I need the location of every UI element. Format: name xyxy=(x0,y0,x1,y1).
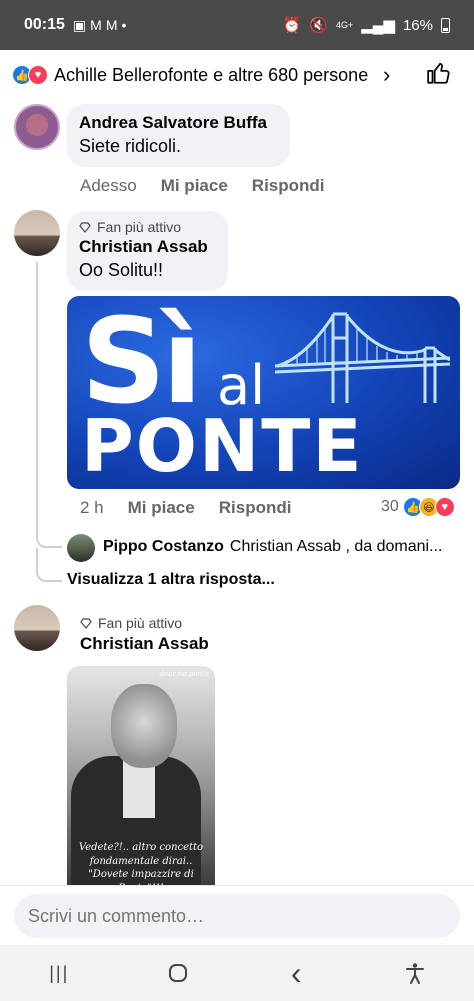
image-watermark: dear ho ponte xyxy=(159,670,209,678)
reply-author[interactable]: Pippo Costanzo xyxy=(103,538,224,556)
accessibility-icon[interactable] xyxy=(385,951,445,995)
home-icon[interactable] xyxy=(148,951,208,995)
view-more-replies[interactable]: Visualizza 1 altra risposta... xyxy=(67,571,275,589)
comment-actions: Adesso Mi piace Rispondi xyxy=(80,176,325,196)
reactions-summary[interactable]: 👍 ♥ Achille Bellerofonte e altre 680 per… xyxy=(0,50,474,100)
image-text-ponte: PONTE xyxy=(81,404,364,488)
bridge-icon xyxy=(275,312,450,403)
chevron-right-icon[interactable]: › xyxy=(383,62,390,88)
avatar-pippo[interactable] xyxy=(67,534,95,562)
comment-header-christian[interactable]: Fan più attivo Christian Assab xyxy=(80,615,209,654)
image-caption: Vedete?!.. altro concetto fondamentale d… xyxy=(78,842,204,886)
thread-connector xyxy=(36,548,62,582)
gallery-icon: ▣ xyxy=(72,16,87,33)
like-link[interactable]: Mi piace xyxy=(161,176,228,196)
avatar-andrea[interactable] xyxy=(14,104,60,150)
clock: 00:15 xyxy=(24,16,65,33)
comment-text: Siete ridicoli. xyxy=(79,136,182,156)
gmail-icon: M xyxy=(90,17,102,33)
comment-bubble-christian[interactable]: Fan più attivo Christian Assab Oo Solitu… xyxy=(67,211,228,291)
system-nav-bar: ||| ‹ xyxy=(0,945,474,1001)
reply-preview[interactable]: Pippo Costanzo Christian Assab , da doma… xyxy=(103,538,442,556)
avatar-christian[interactable] xyxy=(14,605,60,651)
comment-reactions[interactable]: 30 👍 😆 ♥ xyxy=(381,497,455,517)
love-reaction-icon: ♥ xyxy=(434,497,455,517)
thread-line xyxy=(36,262,38,532)
mute-icon: 🔇 xyxy=(309,17,328,34)
comment-author[interactable]: Christian Assab xyxy=(80,634,209,654)
comment-author[interactable]: Andrea Salvatore Buffa xyxy=(79,113,278,133)
comment-image-photo[interactable]: dear ho ponte Vedete?!.. altro concetto … xyxy=(67,666,215,886)
status-bar: 00:15 ▣ M M • ⏰ 🔇 4G+ ▂▄▆ 16% xyxy=(0,0,474,50)
alarm-icon: ⏰ xyxy=(282,17,302,34)
comment-bubble-andrea[interactable]: Andrea Salvatore Buffa Siete ridicoli. xyxy=(67,104,290,167)
gmail-icon-2: M xyxy=(105,17,118,33)
recents-icon[interactable]: ||| xyxy=(29,951,89,995)
battery-icon xyxy=(441,17,450,33)
comment-time: 2 h xyxy=(80,498,104,517)
comment-author[interactable]: Christian Assab xyxy=(79,237,216,257)
like-button-icon[interactable] xyxy=(426,60,452,91)
love-reaction-icon: ♥ xyxy=(28,65,48,85)
top-fan-badge: Fan più attivo xyxy=(80,615,209,631)
signal-icon: ▂▄▆ xyxy=(361,17,395,34)
comment-time: Adesso xyxy=(80,176,137,195)
reaction-count: 30 xyxy=(381,498,399,515)
comment-image-si-al-ponte[interactable]: Sì al PONTE xyxy=(67,296,460,489)
dot-icon: • xyxy=(121,17,127,33)
system-icons: ⏰ 🔇 4G+ ▂▄▆ 16% xyxy=(283,16,450,34)
top-fan-badge: Fan più attivo xyxy=(79,219,216,235)
comment-composer xyxy=(0,885,474,945)
diamond-icon xyxy=(79,221,91,233)
image-text-si: Sì xyxy=(81,296,202,430)
reactions-summary-text: Achille Bellerofonte e altre 680 persone xyxy=(54,64,369,85)
like-link[interactable]: Mi piace xyxy=(128,498,195,518)
top-fan-label: Fan più attivo xyxy=(98,615,183,631)
reply-link[interactable]: Rispondi xyxy=(252,176,325,196)
top-fan-label: Fan più attivo xyxy=(97,219,182,235)
comment-text: Oo Solitu!! xyxy=(79,260,164,280)
comment-input[interactable] xyxy=(14,894,460,938)
thread-connector xyxy=(36,520,62,548)
battery-label: 16% xyxy=(402,16,433,34)
diamond-icon xyxy=(80,617,92,629)
reply-text: Christian Assab , da domani... xyxy=(229,538,443,555)
comment-actions: 2 h Mi piace Rispondi xyxy=(80,498,291,518)
notification-icons: ▣ M M • xyxy=(73,17,126,34)
avatar-christian[interactable] xyxy=(14,210,60,256)
photo-figure-head xyxy=(111,684,177,768)
back-icon[interactable]: ‹ xyxy=(266,951,326,995)
reply-link[interactable]: Rispondi xyxy=(219,498,292,518)
network-label: 4G+ xyxy=(336,20,354,30)
